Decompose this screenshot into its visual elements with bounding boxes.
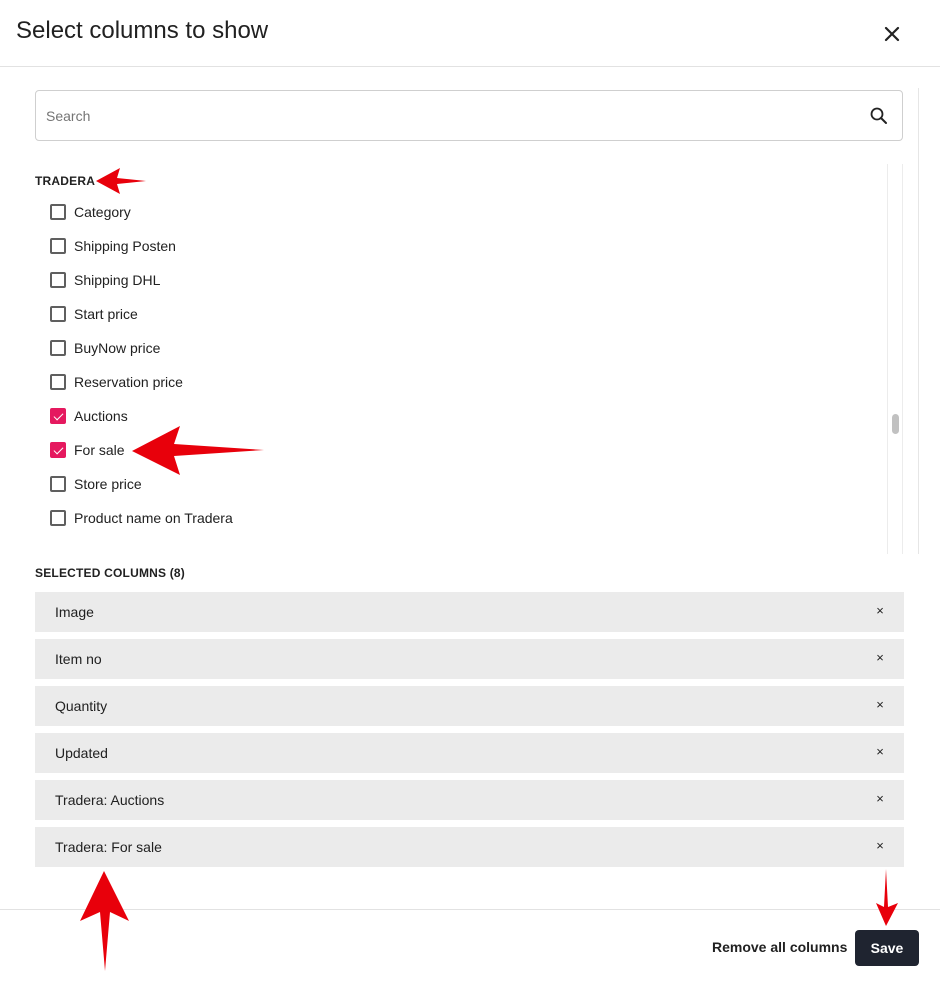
search-input[interactable] [46,91,846,140]
group-header-tradera: TRADERA [35,174,96,188]
remove-column-icon[interactable]: × [871,602,889,620]
column-option-label: Reservation price [74,374,183,390]
selected-column-chip: Item no × [35,639,904,679]
dialog-title: Select columns to show [16,17,269,44]
checkbox-unchecked[interactable] [50,204,66,220]
column-option-label: Category [74,204,131,220]
checkbox-unchecked[interactable] [50,272,66,288]
selected-column-label: Quantity [55,698,108,714]
column-option-label: Shipping DHL [74,272,161,288]
column-option[interactable]: Shipping Posten [50,234,176,258]
remove-column-icon[interactable]: × [871,743,889,761]
column-option-label: For sale [74,442,125,458]
column-option[interactable]: Product name on Tradera [50,506,233,530]
selected-column-chip: Quantity × [35,686,904,726]
column-option[interactable]: Shipping DHL [50,268,160,292]
column-option-label: Store price [74,476,142,492]
checkbox-unchecked[interactable] [50,510,66,526]
search-icon[interactable] [869,106,889,126]
list-scrollbar-track[interactable] [887,164,903,554]
column-option-label: Shipping Posten [74,238,176,254]
column-option-label: Start price [74,306,138,322]
checkbox-unchecked[interactable] [50,238,66,254]
column-selector-dialog: Select columns to show TRADERA Category S… [0,0,940,985]
close-icon [884,26,900,42]
checkbox-unchecked[interactable] [50,306,66,322]
column-option-label: Auctions [74,408,128,424]
selected-column-chip: Tradera: For sale × [35,827,904,867]
column-options-list: TRADERA Category Shipping Posten Shipping … [35,162,903,554]
remove-column-icon[interactable]: × [871,649,889,667]
selected-columns-header: SELECTED COLUMNS (8) [35,566,186,580]
selected-column-chip: Tradera: Auctions × [35,780,904,820]
save-button[interactable]: Save [855,930,919,966]
column-option[interactable]: Category [50,200,131,224]
column-option[interactable]: BuyNow price [50,336,160,360]
checkbox-checked[interactable] [50,442,66,458]
selected-column-chip: Image × [35,592,904,632]
close-button[interactable] [874,16,910,52]
list-scrollbar-thumb[interactable] [892,414,899,434]
dialog-footer: Remove all columns Save [0,909,940,985]
selected-column-label: Item no [55,651,102,667]
checkbox-unchecked[interactable] [50,476,66,492]
column-option[interactable]: Reservation price [50,370,183,394]
remove-column-icon[interactable]: × [871,790,889,808]
dialog-scrollbar[interactable] [918,88,919,554]
column-option[interactable]: For sale [50,438,125,462]
checkbox-unchecked[interactable] [50,340,66,356]
selected-column-chip: Updated × [35,733,904,773]
column-option[interactable]: Store price [50,472,142,496]
column-option[interactable]: Start price [50,302,138,326]
column-option-label: Product name on Tradera [74,510,233,526]
column-option-label: BuyNow price [74,340,161,356]
dialog-header: Select columns to show [0,0,940,67]
remove-column-icon[interactable]: × [871,837,889,855]
selected-column-label: Tradera: For sale [55,839,162,855]
checkbox-checked[interactable] [50,408,66,424]
selected-column-label: Image [55,604,94,620]
remove-column-icon[interactable]: × [871,696,889,714]
selected-column-label: Tradera: Auctions [55,792,165,808]
column-option[interactable]: Auctions [50,404,128,428]
checkbox-unchecked[interactable] [50,374,66,390]
remove-all-columns-button[interactable]: Remove all columns [706,935,853,959]
search-field [35,90,903,141]
selected-column-label: Updated [55,745,108,761]
